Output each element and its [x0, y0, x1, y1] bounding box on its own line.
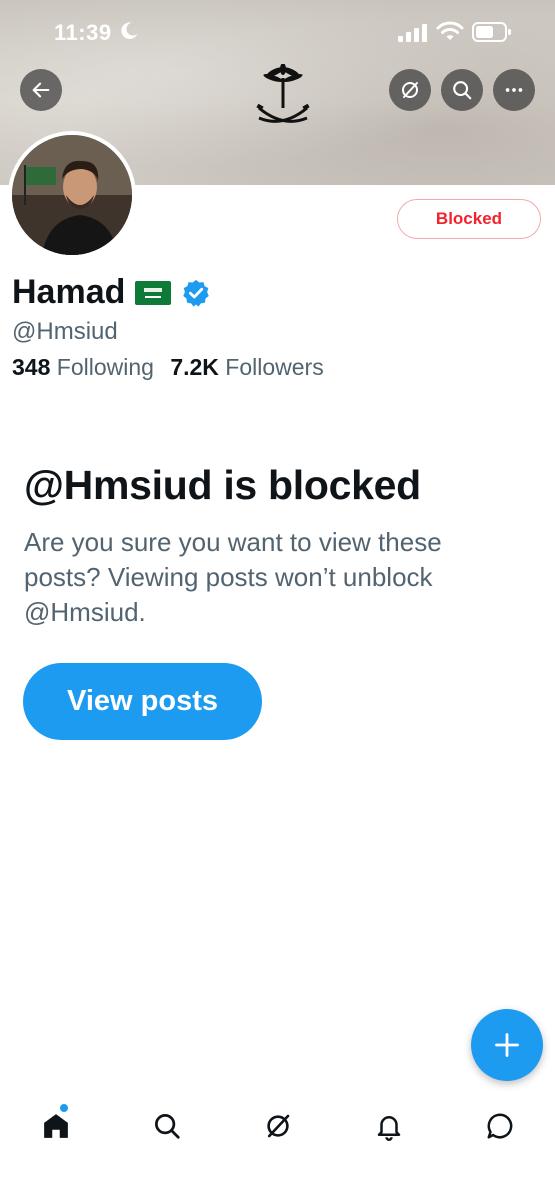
- blocked-button[interactable]: Blocked: [397, 199, 541, 239]
- tab-search[interactable]: [147, 1106, 187, 1146]
- tab-messages[interactable]: [480, 1106, 520, 1146]
- battery-icon: [472, 22, 511, 42]
- status-time: 11:39: [54, 20, 112, 45]
- blocked-title: @Hmsiud is blocked: [24, 462, 421, 508]
- view-posts-button[interactable]: View posts: [23, 663, 262, 740]
- status-bar: 11:39: [0, 0, 555, 60]
- profile-name-row: Hamad: [12, 273, 211, 312]
- profile-stats: 348 Following 7.2K Followers: [12, 354, 334, 381]
- verified-badge-icon[interactable]: [181, 278, 211, 308]
- search-icon: [453, 81, 472, 100]
- wifi-icon: [436, 21, 464, 40]
- profile-handle: @Hmsiud: [12, 318, 118, 345]
- grok-icon: [402, 82, 418, 98]
- tab-notifications[interactable]: [369, 1106, 409, 1146]
- saudi-flag-icon: [135, 280, 172, 305]
- more-icon: [505, 88, 523, 92]
- search-button[interactable]: [441, 69, 483, 111]
- back-button[interactable]: [20, 69, 62, 111]
- grok-icon: [267, 1114, 290, 1138]
- grok-button[interactable]: [389, 69, 431, 111]
- tab-home[interactable]: [36, 1106, 76, 1146]
- bottom-tab-bar: [0, 1092, 555, 1162]
- home-icon: [44, 1114, 68, 1138]
- followers-link[interactable]: 7.2K Followers: [170, 354, 323, 380]
- bell-icon: [377, 1116, 401, 1141]
- signal-icon: [398, 24, 427, 42]
- home-badge-dot: [60, 1104, 68, 1112]
- followers-count: 7.2K: [170, 354, 219, 380]
- moon-icon: [121, 22, 138, 39]
- palm-swords-emblem-icon: [256, 64, 310, 123]
- avatar-illustration: [12, 135, 132, 255]
- arrow-left-icon: [32, 82, 50, 98]
- followers-label: Followers: [225, 354, 324, 380]
- plus-icon: [495, 1033, 519, 1057]
- search-icon: [155, 1114, 180, 1139]
- avatar-photo: [12, 135, 132, 255]
- following-link[interactable]: 348 Following: [12, 354, 154, 380]
- compose-button[interactable]: [471, 1009, 543, 1081]
- more-button[interactable]: [493, 69, 535, 111]
- profile-name: Hamad: [12, 273, 126, 311]
- message-icon: [487, 1113, 513, 1139]
- following-count: 348: [12, 354, 51, 380]
- following-label: Following: [56, 354, 154, 380]
- tab-grok[interactable]: [258, 1106, 298, 1146]
- avatar[interactable]: [8, 131, 136, 259]
- blocked-description: Are you sure you want to view these post…: [24, 527, 442, 627]
